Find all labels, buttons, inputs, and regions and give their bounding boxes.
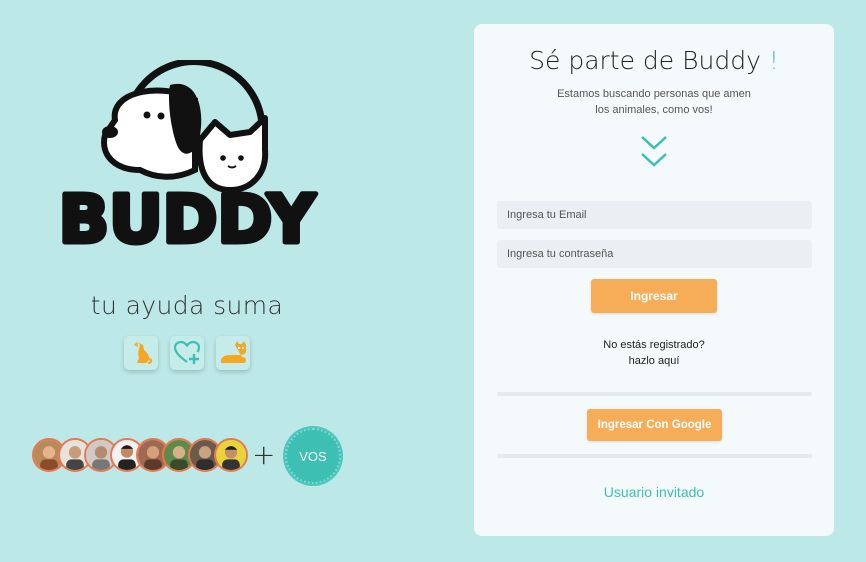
heart-plus-icon bbox=[170, 336, 204, 370]
subtitle-line-1: Estamos buscando personas que amen bbox=[557, 88, 751, 100]
vos-badge: VOS bbox=[285, 428, 341, 484]
card-title-accent: ! bbox=[768, 46, 779, 75]
guest-user-link[interactable]: Usuario invitado bbox=[474, 484, 834, 500]
chevron-down-icon bbox=[640, 134, 668, 170]
pet-icons-row bbox=[124, 336, 250, 370]
register-link[interactable]: hazlo aquí bbox=[474, 353, 834, 369]
avatar bbox=[214, 438, 248, 472]
email-field[interactable] bbox=[497, 201, 812, 229]
subtitle-line-2: los animales, como vos! bbox=[595, 104, 713, 116]
dog-icon bbox=[124, 336, 158, 370]
register-question: No estás registrado? bbox=[603, 339, 705, 351]
card-title-text: Sé parte de Buddy bbox=[529, 46, 761, 75]
login-button[interactable]: Ingresar bbox=[591, 279, 717, 313]
card-title: Sé parte de Buddy ! bbox=[474, 46, 834, 75]
password-field[interactable] bbox=[497, 240, 812, 268]
divider bbox=[497, 392, 812, 396]
google-login-button[interactable]: Ingresar Con Google bbox=[587, 409, 722, 441]
register-prompt[interactable]: No estás registrado? hazlo aquí bbox=[474, 337, 834, 369]
tagline: tu ayuda suma bbox=[90, 291, 284, 320]
buddy-logo: BUDDY bbox=[55, 58, 320, 261]
plus-sign: + bbox=[252, 438, 276, 471]
card-subtitle: Estamos buscando personas que amen los a… bbox=[544, 86, 764, 118]
svg-text:BUDDY: BUDDY bbox=[59, 181, 317, 255]
community-avatars bbox=[32, 438, 248, 472]
signup-card: Sé parte de Buddy ! Estamos buscando per… bbox=[474, 24, 834, 536]
cat-icon bbox=[216, 336, 250, 370]
divider bbox=[497, 454, 812, 458]
